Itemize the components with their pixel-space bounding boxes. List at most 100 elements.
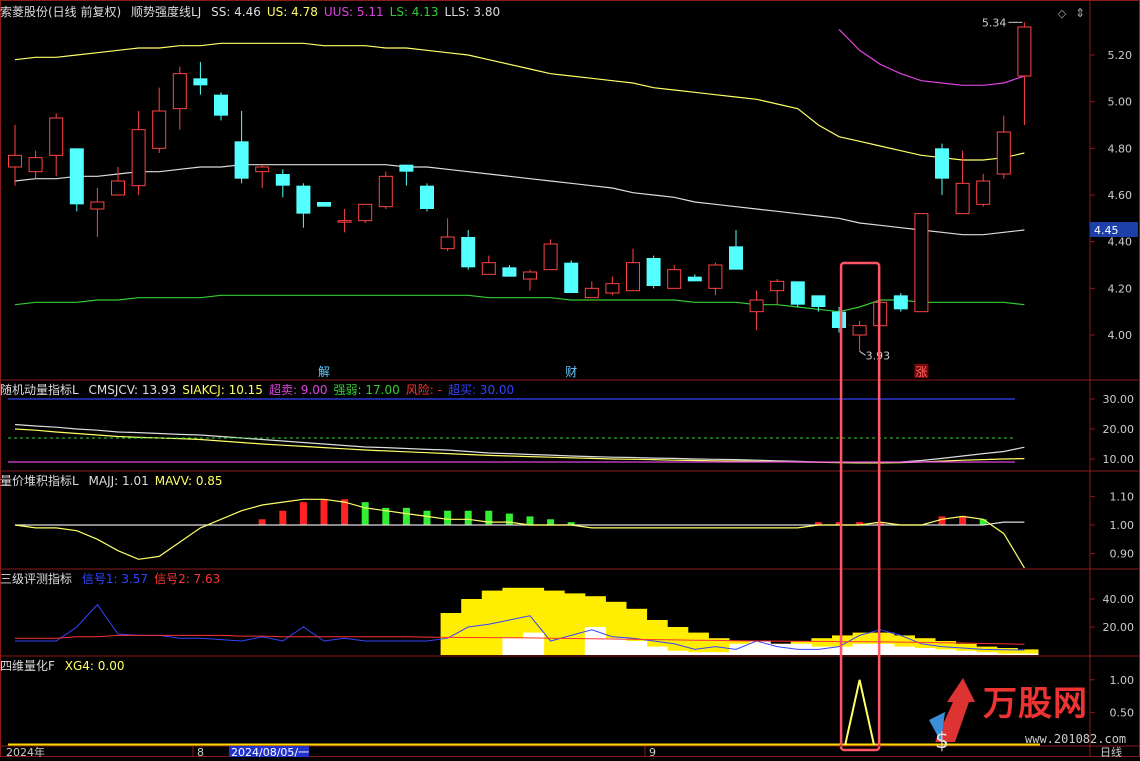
p2-field-3: 强弱: 17.00 [333,383,400,397]
p2-field-4: 风险: - [405,383,442,397]
p2-fields: CMSJCV: 13.93 SIAKCJ: 10.15 超卖: 9.00 强弱: 17… [89,383,521,397]
candle-body-21 [440,236,455,250]
candle-body-43 [893,295,908,310]
p5-header: 四维量化F XG4: 0.00 [0,658,136,674]
chart-svg: 5.20 5.00 4.80 4.60 4.40 4.20 4.00 4.45 5.34 3.93… [0,0,1140,759]
svg-text:$: $ [935,729,949,752]
candle-body-26 [543,243,558,271]
logo-arrow-icon: $ [929,678,975,754]
p4-fields: 信号1: 3.57 信号2: 7.63 [82,572,226,586]
p3-bar-22 [464,510,472,525]
p3-bar-26 [547,519,555,525]
marker-0: 解 [318,365,330,379]
p4-yellow-block-27 [564,593,586,655]
p4-white-block-48 [996,653,1018,655]
candle-body-17 [358,203,373,222]
stock-name[interactable]: 索菱股份(日线 前复权) [0,5,121,19]
p4-field-0: 信号1: 3.57 [81,572,149,586]
watermark-url: www.201082.com [1025,732,1127,746]
candle-body-48 [996,131,1011,175]
current-price-label: 4.45 [1094,224,1119,237]
main-fields: SS: 4.46 US: 4.78 UUS: 5.11 LS: 4.13 LLS: 3.… [211,5,506,19]
p4-yellow-block-23 [481,590,503,655]
p4-indicator-name[interactable]: 三级评测指标 [0,572,72,586]
candle-body-4 [90,201,105,210]
candle-body-6 [131,129,146,187]
p5-series-XG4 [844,679,875,746]
candle-body-8 [172,73,187,110]
candle-body-40 [832,311,846,328]
p3-ytick-label-1: 1.00 [1110,519,1135,532]
p3-ytick-label-2: 0.90 [1110,548,1135,561]
marker-1: 财 [565,365,577,379]
candle-body-28 [584,287,599,299]
p3-bar-23 [485,510,493,525]
p3-header: 量价堆积指标L MAJJ: 1.01 MAVV: 0.85 [0,473,235,489]
p4-white-block-31 [646,646,668,655]
p3-ytick-label-0: 1.10 [1110,490,1135,503]
xaxis-label-3: 9 [649,746,656,757]
p5-field-0: XG4: 0.00 [64,659,125,673]
watermark-title: 万股网 [983,684,1088,724]
p5-indicator-name[interactable]: 四维量化F [0,659,55,673]
p4-white-block-45 [935,649,957,655]
candle-body-31 [646,258,661,286]
p4-white-block-34 [708,652,730,655]
p3-bar-46 [959,516,967,525]
p2-indicator-name[interactable]: 随机动量指标L [0,383,79,397]
xaxis-label-0: 2024年 [6,745,45,757]
p3-field-0: MAJJ: 1.01 [88,474,149,488]
p4-field-1: 信号2: 7.63 [154,572,221,586]
p3-fields: MAJJ: 1.01 MAVV: 0.85 [89,474,229,488]
marker-2: 涨 [915,364,927,379]
p4-ytick-label-0: 40.00 [1103,593,1135,606]
candle-body-11 [234,141,249,179]
main-ytick-label-4: 4.40 [1108,236,1133,249]
main-ytick-label-1: 5.00 [1108,96,1133,109]
main-ytick-label-5: 4.20 [1108,282,1133,295]
p3-bar-13 [279,510,287,525]
p4-white-block-40 [832,646,854,655]
candle-body-25 [523,271,537,280]
p4-white-block-33 [687,652,709,655]
p2-ytick-label-1: 20.00 [1103,423,1135,436]
main-series-SS [14,164,1025,236]
p4-ytick-label-1: 20.00 [1103,621,1135,634]
watermark-logo: $ 万股网 www.201082.com [925,672,1135,754]
p4-white-block-44 [914,648,936,655]
diamond-icon: ◇ [1058,7,1067,20]
candle-body-14 [296,185,311,214]
main-ytick-label-3: 4.60 [1108,189,1133,202]
candle-body-38 [790,281,805,305]
candle-body-36 [749,299,764,313]
candle-body-39 [811,295,826,307]
main-ytick-label-6: 4.00 [1108,329,1133,342]
p2-field-0: CMSJCV: 13.93 [88,383,177,397]
main-field-3: LS: 4.13 [389,5,439,19]
candle-body-46 [955,182,970,215]
p3-indicator-name[interactable]: 量价堆积指标L [0,474,79,488]
candle-body-13 [275,174,290,186]
p4-white-block-24 [502,638,524,655]
p2-field-5: 超买: 30.00 [447,383,515,397]
candle-body-0 [8,154,22,168]
p4-white-block-47 [976,652,998,655]
candle-body-32 [667,269,682,289]
p4-yellow-block-21 [440,613,462,655]
candle-body-20 [420,185,434,209]
high-price-label: 5.34 [982,16,1007,29]
main-indicator-name[interactable]: 顺势强度线LJ [131,5,201,19]
chart-stage: 5.20 5.00 4.80 4.60 4.40 4.20 4.00 4.45 5.34 3.93… [0,0,1140,759]
p2-field-1: SIAKCJ: 10.15 [182,383,263,397]
p3-bar-12 [258,519,266,525]
candle-body-27 [564,262,579,293]
p4-yellow-block-26 [543,590,565,655]
p2-ytick-label-0: 30.00 [1103,393,1135,406]
resize-icon: ⇕ [1075,6,1085,20]
main-field-2: UUS: 5.11 [323,5,384,19]
candle-body-47 [976,180,991,205]
p4-white-block-32 [667,650,689,655]
p2-ytick-label-2: 10.00 [1103,453,1135,466]
xaxis-label-1: 8 [197,746,204,757]
candle-body-49 [1017,26,1032,77]
